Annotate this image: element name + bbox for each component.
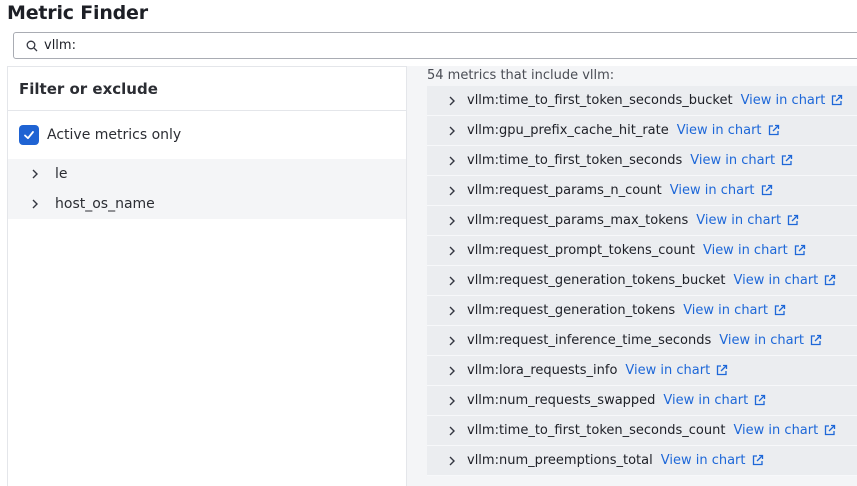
view-in-chart-label: View in chart — [702, 243, 788, 258]
view-in-chart-label: View in chart — [740, 93, 826, 108]
metric-list: vllm:time_to_first_token_seconds_bucket V… — [427, 86, 857, 476]
view-in-chart-label: View in chart — [719, 333, 805, 348]
view-in-chart-link[interactable]: View in chart — [663, 393, 766, 408]
external-link-icon — [823, 274, 836, 287]
view-in-chart-label: View in chart — [663, 393, 749, 408]
view-in-chart-link[interactable]: View in chart — [661, 453, 764, 468]
search-box[interactable] — [13, 32, 857, 59]
metric-name: vllm:time_to_first_token_seconds_count — [467, 423, 726, 438]
view-in-chart-link[interactable]: View in chart — [696, 213, 799, 228]
search-input[interactable] — [44, 38, 744, 53]
view-in-chart-label: View in chart — [660, 453, 746, 468]
metric-name: vllm:num_preemptions_total — [467, 453, 653, 468]
metric-name: vllm:request_generation_tokens_bucket — [467, 273, 726, 288]
metric-row[interactable]: vllm:gpu_prefix_cache_hit_rate View in ch… — [427, 116, 857, 146]
check-icon — [24, 131, 34, 140]
external-link-icon — [809, 334, 822, 347]
metric-name: vllm:time_to_first_token_seconds — [467, 153, 683, 168]
view-in-chart-link[interactable]: View in chart — [677, 123, 780, 138]
metric-name: vllm:request_inference_time_seconds — [467, 333, 712, 348]
view-in-chart-link[interactable]: View in chart — [690, 153, 793, 168]
metric-row[interactable]: vllm:time_to_first_token_seconds_bucket V… — [427, 86, 857, 116]
metric-row[interactable]: vllm:request_params_n_count View in chart — [427, 176, 857, 206]
search-icon — [26, 40, 38, 52]
view-in-chart-link[interactable]: View in chart — [719, 333, 822, 348]
external-link-icon — [780, 154, 793, 167]
metric-row[interactable]: vllm:time_to_first_token_seconds_count Vi… — [427, 416, 857, 446]
external-link-icon — [793, 244, 806, 257]
active-metrics-label: Active metrics only — [47, 127, 182, 143]
chevron-right-icon[interactable] — [445, 364, 459, 378]
chevron-right-icon — [28, 197, 42, 211]
chevron-right-icon[interactable] — [445, 304, 459, 318]
view-in-chart-label: View in chart — [733, 273, 819, 288]
filter-list: le host_os_name — [8, 159, 406, 219]
view-in-chart-link[interactable]: View in chart — [741, 93, 844, 108]
chevron-right-icon[interactable] — [445, 124, 459, 138]
chevron-right-icon[interactable] — [445, 394, 459, 408]
filter-item-label: host_os_name — [55, 196, 155, 212]
metric-row[interactable]: vllm:num_requests_swapped View in chart — [427, 386, 857, 416]
filter-panel-title: Filter or exclude — [19, 79, 158, 98]
view-in-chart-link[interactable]: View in chart — [625, 363, 728, 378]
filter-panel: Filter or exclude Active metrics only le… — [7, 66, 407, 486]
chevron-right-icon[interactable] — [445, 184, 459, 198]
view-in-chart-link[interactable]: View in chart — [733, 423, 836, 438]
metric-name: vllm:num_requests_swapped — [467, 393, 656, 408]
external-link-icon — [767, 124, 780, 137]
chevron-right-icon[interactable] — [445, 214, 459, 228]
view-in-chart-link[interactable]: View in chart — [683, 303, 786, 318]
chevron-right-icon[interactable] — [445, 334, 459, 348]
chevron-right-icon[interactable] — [445, 244, 459, 258]
page-title: Metric Finder — [7, 2, 148, 24]
metric-row[interactable]: vllm:lora_requests_info View in chart — [427, 356, 857, 386]
metric-name: vllm:time_to_first_token_seconds_bucket — [467, 93, 733, 108]
metric-name: vllm:request_params_n_count — [467, 183, 662, 198]
metric-row[interactable]: vllm:request_generation_tokens_bucket Vie… — [427, 266, 857, 296]
chevron-right-icon[interactable] — [445, 274, 459, 288]
results-panel: 54 metrics that include vllm: vllm:time_… — [407, 66, 857, 486]
view-in-chart-label: View in chart — [625, 363, 711, 378]
external-link-icon — [751, 454, 764, 467]
chevron-right-icon[interactable] — [445, 94, 459, 108]
active-metrics-checkbox[interactable] — [19, 125, 39, 145]
external-link-icon — [830, 94, 843, 107]
view-in-chart-label: View in chart — [690, 153, 776, 168]
view-in-chart-label: View in chart — [696, 213, 782, 228]
chevron-right-icon — [28, 167, 42, 181]
metric-row[interactable]: vllm:request_inference_time_seconds View … — [427, 326, 857, 356]
chevron-right-icon[interactable] — [445, 424, 459, 438]
metric-row[interactable]: vllm:request_prompt_tokens_count View in … — [427, 236, 857, 266]
external-link-icon — [823, 424, 836, 437]
view-in-chart-link[interactable]: View in chart — [734, 273, 837, 288]
results-count: 54 metrics that include vllm: — [427, 68, 615, 83]
view-in-chart-link[interactable]: View in chart — [670, 183, 773, 198]
filter-item-le[interactable]: le — [8, 159, 406, 189]
view-in-chart-label: View in chart — [683, 303, 768, 318]
view-in-chart-label: View in chart — [669, 183, 755, 198]
metric-row[interactable]: vllm:num_preemptions_total View in chart — [427, 446, 857, 476]
metric-name: vllm:request_generation_tokens — [467, 303, 676, 318]
view-in-chart-label: View in chart — [733, 423, 819, 438]
metric-name: vllm:request_params_max_tokens — [467, 213, 689, 228]
metric-name: vllm:lora_requests_info — [467, 363, 618, 378]
chevron-right-icon[interactable] — [445, 454, 459, 468]
metric-row[interactable]: vllm:request_params_max_tokens View in ch… — [427, 206, 857, 236]
metric-name: vllm:request_prompt_tokens_count — [467, 243, 695, 258]
view-in-chart-label: View in chart — [676, 123, 762, 138]
filter-panel-header: Filter or exclude — [8, 67, 406, 111]
filter-item-host-os-name[interactable]: host_os_name — [8, 189, 406, 219]
metric-row[interactable]: vllm:time_to_first_token_seconds View in … — [427, 146, 857, 176]
filter-item-label: le — [55, 166, 68, 182]
external-link-icon — [760, 184, 773, 197]
view-in-chart-link[interactable]: View in chart — [703, 243, 806, 258]
metric-name: vllm:gpu_prefix_cache_hit_rate — [467, 123, 669, 138]
metric-row[interactable]: vllm:request_generation_tokens View in ch… — [427, 296, 857, 326]
active-metrics-toggle[interactable]: Active metrics only — [8, 111, 406, 159]
external-link-icon — [753, 394, 766, 407]
external-link-icon — [786, 214, 799, 227]
external-link-icon — [773, 304, 786, 317]
chevron-right-icon[interactable] — [445, 154, 459, 168]
external-link-icon — [715, 364, 728, 377]
